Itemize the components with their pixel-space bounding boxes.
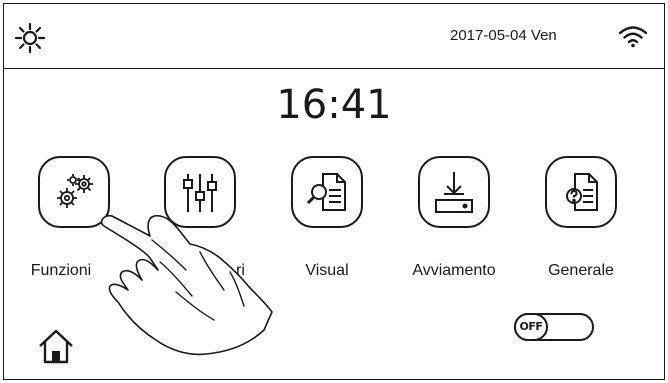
funzioni-button[interactable]: [38, 156, 110, 228]
clock-time: 16:41: [276, 82, 392, 128]
sun-icon[interactable]: [15, 23, 45, 53]
parametri-button[interactable]: [164, 156, 236, 228]
home-icon[interactable]: [36, 326, 76, 366]
wifi-icon: [618, 26, 648, 48]
generale-button[interactable]: [545, 156, 617, 228]
power-toggle[interactable]: OFF: [514, 313, 594, 341]
visual-button[interactable]: [291, 156, 363, 228]
avviamento-button[interactable]: [418, 156, 490, 228]
funzioni-label: Funzioni: [30, 262, 92, 279]
visual-label: Visual: [305, 262, 349, 279]
parametri-label: ri: [236, 262, 245, 279]
gears-icon: [57, 174, 93, 208]
document-search-icon: [306, 173, 346, 211]
generale-label: Generale: [548, 262, 614, 279]
status-bar: [3, 3, 665, 69]
sliders-icon: [183, 174, 217, 212]
date-label: 2017-05-04 Ven: [450, 27, 557, 44]
download-tray-icon: [435, 172, 473, 213]
avviamento-label: Avviamento: [412, 262, 496, 279]
toggle-knob: OFF: [514, 313, 548, 341]
document-help-icon: [566, 173, 598, 211]
